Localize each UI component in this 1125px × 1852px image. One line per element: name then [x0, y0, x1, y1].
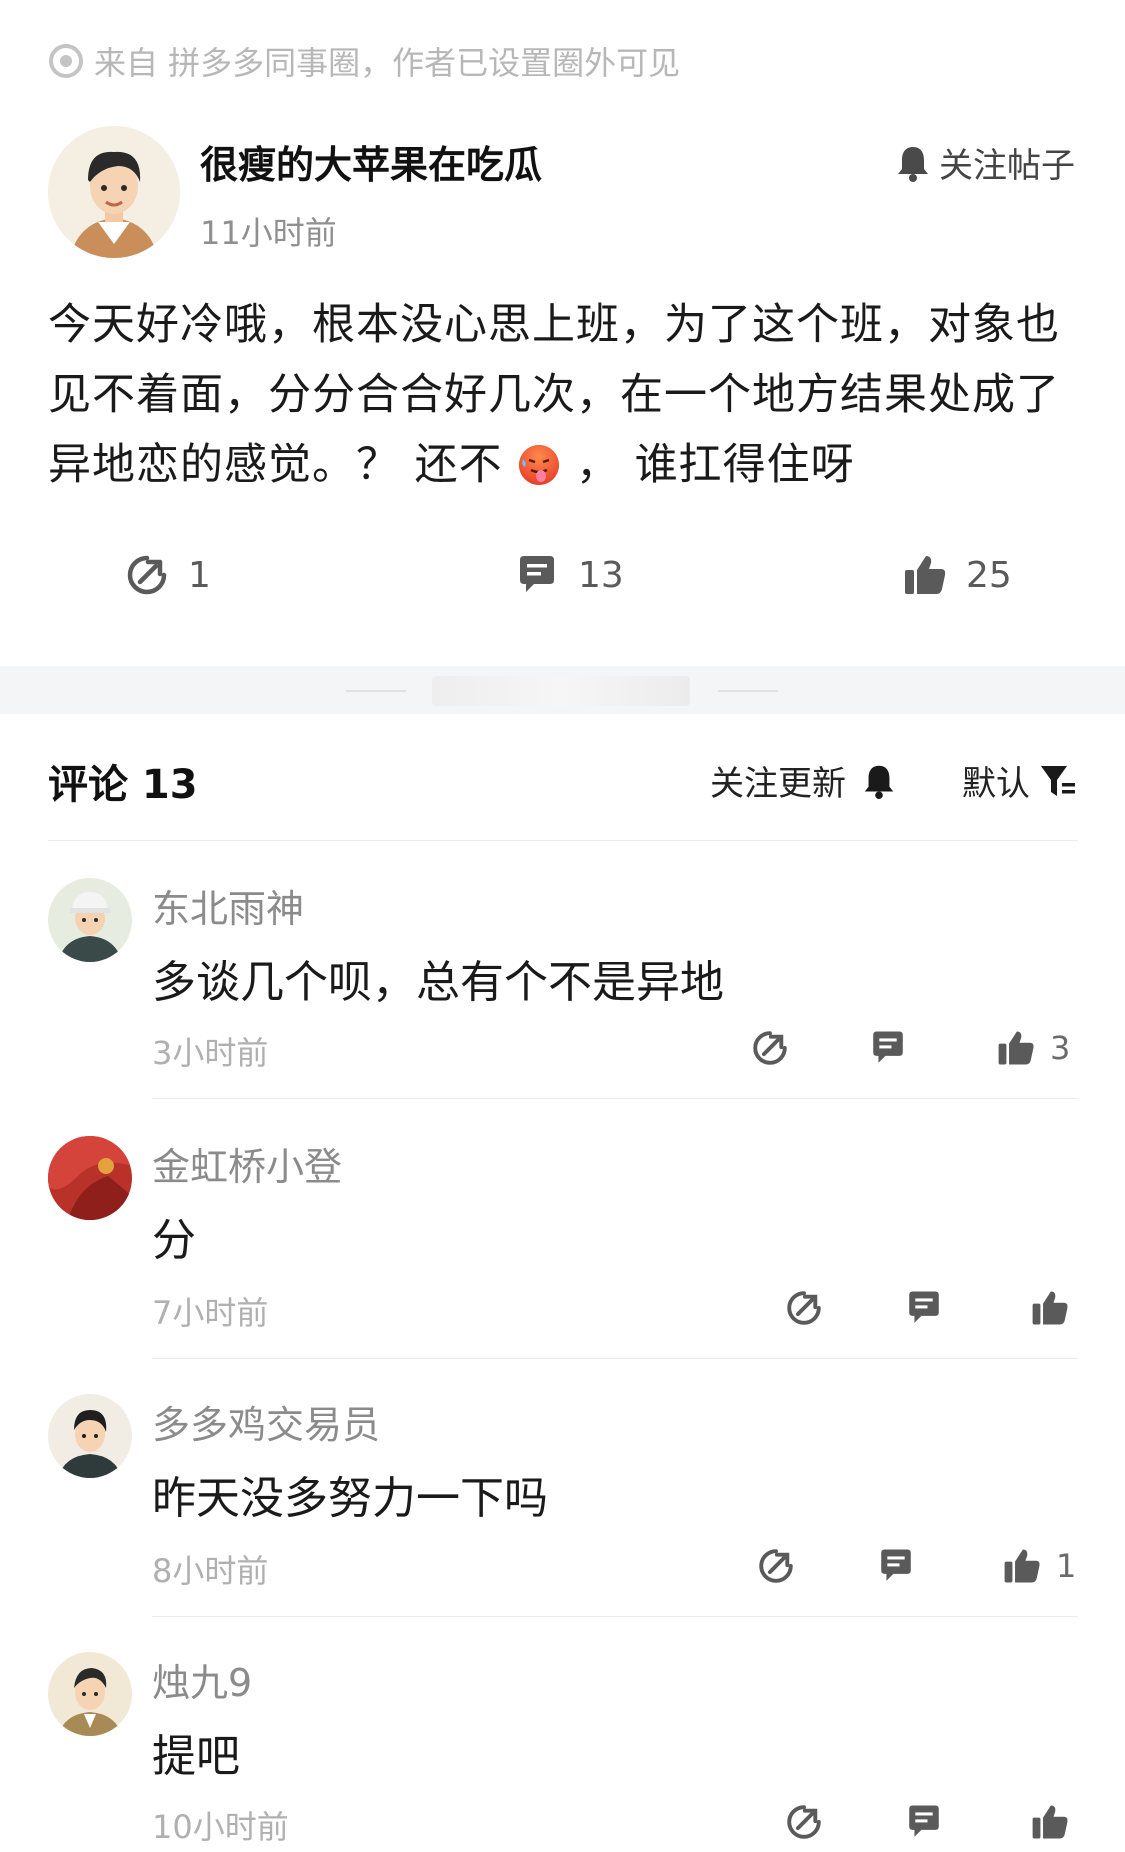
source-text: 来自 拼多多同事圈，作者已设置圈外可见 — [94, 44, 681, 82]
header-separator — [48, 840, 1078, 841]
sort-button[interactable]: 默认 — [962, 756, 1078, 805]
comment-like-count: 1 — [1056, 1547, 1077, 1585]
post-body-text-2: ， 谁扛得住呀 — [576, 440, 855, 490]
comment-time: 3小时前 — [152, 1034, 269, 1072]
comment-text: 提吧 — [152, 1731, 240, 1782]
comment-time: 10小时前 — [152, 1808, 289, 1846]
filter-icon — [1041, 765, 1075, 796]
comment-time: 7小时前 — [152, 1294, 269, 1332]
comment-like-button[interactable] — [1030, 1288, 1070, 1328]
comment-share-button[interactable] — [756, 1546, 796, 1586]
share-icon — [787, 1805, 821, 1839]
commenter-name[interactable]: 东北雨神 — [152, 878, 304, 933]
blurred-banner — [432, 676, 690, 706]
comment-icon — [909, 1805, 939, 1837]
comment-reply-button[interactable] — [904, 1288, 944, 1328]
share-icon — [787, 1291, 821, 1325]
comment-time: 8小时前 — [152, 1552, 269, 1590]
comments-title: 评论 13 — [48, 762, 198, 808]
section-divider — [0, 666, 1125, 714]
post-time: 11小时前 — [200, 214, 337, 252]
comment-item: 多多鸡交易员 昨天没多努力一下吗 8小时前 1 — [0, 1394, 1125, 1617]
bell-icon — [864, 765, 894, 799]
comment-share-button[interactable] — [784, 1288, 824, 1328]
bell-icon — [898, 146, 928, 182]
commenter-avatar-image — [48, 1136, 132, 1220]
comment-icon — [520, 556, 554, 592]
comment-share-button[interactable] — [784, 1802, 824, 1842]
like-count: 25 — [966, 554, 1012, 596]
share-icon — [127, 555, 167, 595]
commenter-avatar-image — [48, 878, 132, 962]
commenter-avatar-image — [48, 1394, 132, 1478]
divider-line-right — [718, 690, 778, 692]
comment-reply-button[interactable] — [876, 1546, 916, 1586]
follow-post-label: 关注帖子 — [939, 146, 1075, 186]
comment-separator — [152, 1616, 1078, 1617]
comment-like-button[interactable]: 1 — [1002, 1546, 1076, 1586]
commenter-avatar[interactable] — [48, 1136, 132, 1220]
author-avatar-image — [48, 126, 180, 258]
comment-reply-button[interactable] — [868, 1028, 908, 1068]
record-icon — [49, 44, 83, 78]
comment-icon — [873, 1031, 903, 1063]
commenter-name[interactable]: 金虹桥小登 — [152, 1136, 342, 1191]
thumbs-up-icon — [1032, 1805, 1068, 1839]
like-button[interactable]: 25 — [902, 552, 1012, 598]
comment-item: 金虹桥小登 分 7小时前 — [0, 1136, 1125, 1359]
thumbs-up-icon — [1032, 1291, 1068, 1325]
comment-text: 昨天没多努力一下吗 — [152, 1473, 548, 1524]
comment-separator — [152, 1098, 1078, 1099]
source-line: 来自 拼多多同事圈，作者已设置圈外可见 — [48, 38, 680, 84]
follow-updates-button[interactable]: 关注更新 — [710, 756, 898, 805]
thumbs-up-icon — [905, 556, 946, 594]
comment-share-button[interactable] — [750, 1028, 790, 1068]
thumbs-up-icon — [1004, 1549, 1040, 1583]
comment-like-button[interactable]: 3 — [996, 1028, 1070, 1068]
commenter-name[interactable]: 多多鸡交易员 — [152, 1394, 380, 1449]
comment-like-count: 3 — [1050, 1029, 1071, 1067]
comment-item: 烛九9 提吧 10小时前 — [0, 1652, 1125, 1852]
comment-count: 13 — [578, 554, 624, 596]
comment-icon — [881, 1549, 911, 1581]
hot-face-emoji — [519, 445, 560, 485]
comment-text: 分 — [152, 1215, 196, 1266]
comment-text: 多谈几个呗，总有个不是异地 — [152, 957, 724, 1008]
share-count: 1 — [188, 554, 211, 596]
author-avatar[interactable] — [48, 126, 180, 258]
comment-icon — [909, 1291, 939, 1323]
follow-updates-label: 关注更新 — [710, 764, 846, 804]
follow-post-button[interactable]: 关注帖子 — [893, 138, 1075, 187]
commenter-avatar[interactable] — [48, 1394, 132, 1478]
share-icon — [753, 1031, 787, 1065]
comment-separator — [152, 1358, 1078, 1359]
post-detail-page: 来自 拼多多同事圈，作者已设置圈外可见 很瘦的大苹果在吃瓜 11小时前 关注帖子… — [0, 0, 1125, 1852]
comment-item: 东北雨神 多谈几个呗，总有个不是异地 3小时前 3 — [0, 878, 1125, 1099]
thumbs-up-icon — [998, 1031, 1034, 1065]
commenter-avatar-image — [48, 1652, 132, 1736]
comment-button[interactable]: 13 — [514, 552, 624, 598]
sort-label: 默认 — [962, 764, 1030, 804]
share-button[interactable]: 1 — [124, 552, 211, 598]
commenter-name[interactable]: 烛九9 — [152, 1652, 252, 1707]
share-icon — [759, 1549, 793, 1583]
author-name[interactable]: 很瘦的大苹果在吃瓜 — [200, 134, 542, 189]
commenter-avatar[interactable] — [48, 1652, 132, 1736]
comment-like-button[interactable] — [1030, 1802, 1070, 1842]
commenter-avatar[interactable] — [48, 878, 132, 962]
divider-line-left — [346, 690, 406, 692]
post-body: 今天好冷哦，根本没心思上班，为了这个班，对象也见不着面，分分合合好几次，在一个地… — [48, 290, 1078, 500]
comment-reply-button[interactable] — [904, 1802, 944, 1842]
